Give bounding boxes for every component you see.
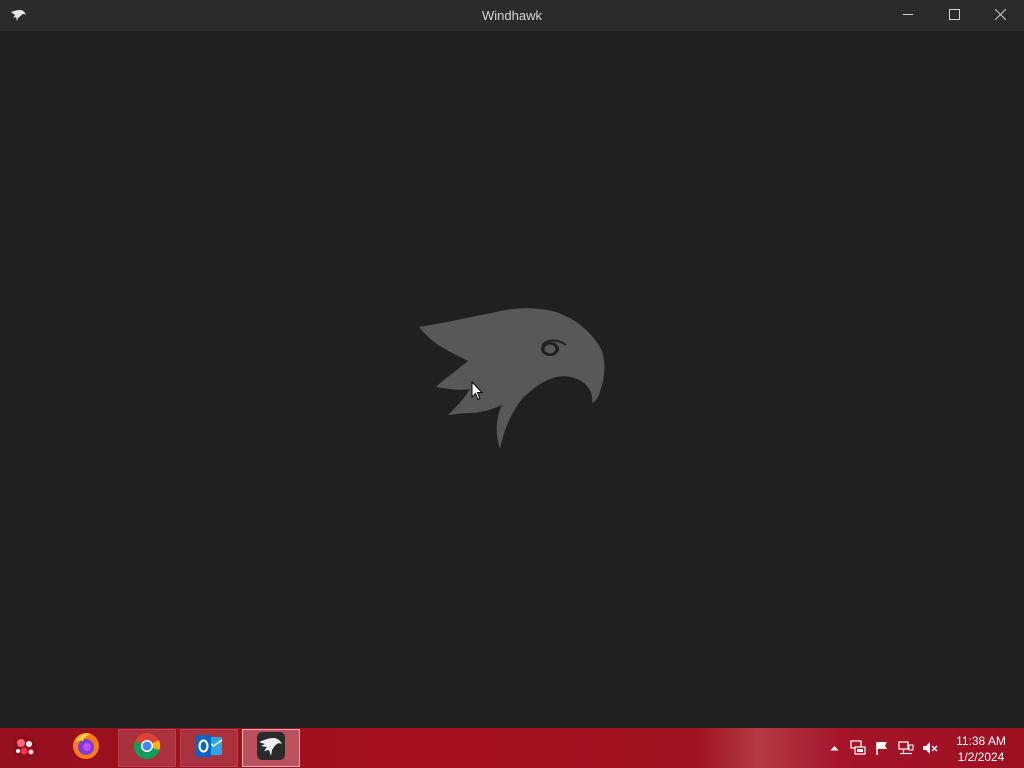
volume-muted-icon[interactable] [922, 740, 938, 756]
windhawk-eagle-logo [416, 305, 608, 451]
system-clock[interactable]: 11:38 AM 1/2/2024 [946, 733, 1016, 765]
maximize-button[interactable] [931, 0, 977, 31]
chevron-up-icon[interactable] [826, 740, 842, 756]
windhawk-icon [256, 731, 286, 766]
close-button[interactable] [977, 0, 1023, 31]
network-icon[interactable] [898, 740, 914, 756]
clock-date: 1/2/2024 [957, 750, 1005, 764]
clock-time: 11:38 AM [956, 734, 1006, 748]
start-button[interactable] [2, 729, 48, 767]
close-icon [994, 7, 1006, 25]
network-share-icon[interactable] [850, 740, 866, 756]
window-title: Windhawk [482, 8, 542, 23]
minimize-icon [902, 7, 914, 25]
taskbar-outlook-button[interactable] [180, 729, 238, 767]
taskbar-firefox-button[interactable] [57, 729, 115, 767]
chrome-icon [133, 732, 161, 765]
taskbar-chrome-button[interactable] [118, 729, 176, 767]
minimize-button[interactable] [885, 0, 931, 31]
taskbar: 11:38 AM 1/2/2024 [0, 728, 1024, 768]
flag-icon[interactable] [874, 740, 890, 756]
title-bar[interactable]: Windhawk [0, 0, 1024, 31]
taskbar-windhawk-button[interactable] [242, 729, 300, 767]
main-content [0, 31, 1024, 728]
mouse-pointer [471, 380, 484, 401]
maximize-icon [948, 7, 960, 25]
start-orb-icon [10, 731, 40, 766]
firefox-icon [71, 731, 101, 766]
windhawk-window: Windhawk [0, 0, 1024, 728]
outlook-icon [194, 732, 224, 765]
